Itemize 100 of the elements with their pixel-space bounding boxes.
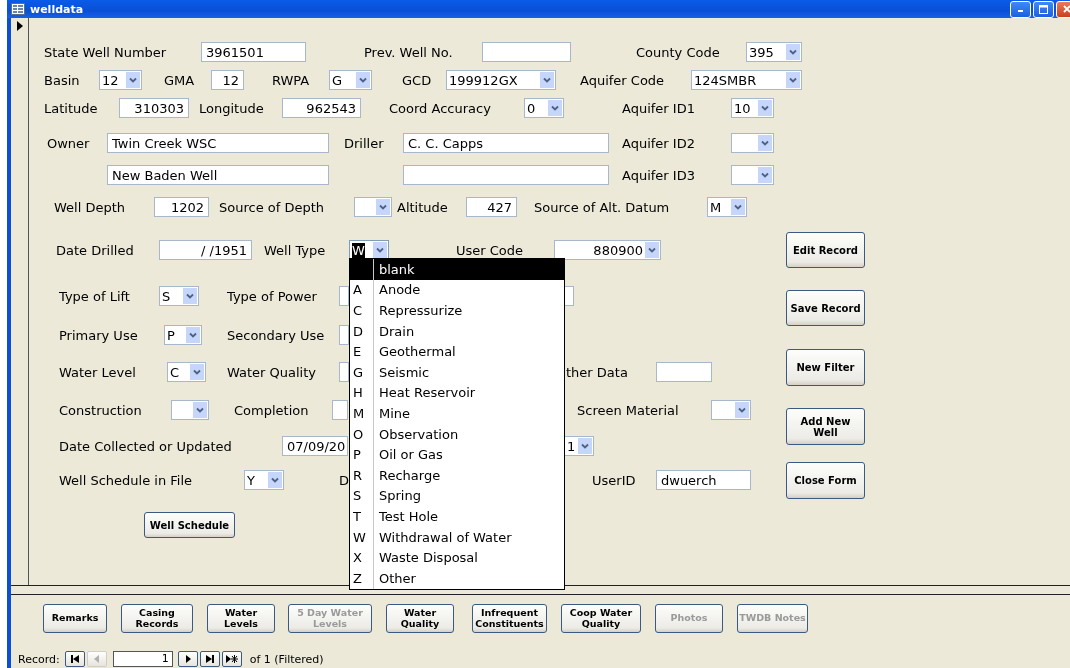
subform-button[interactable]: Casing Records <box>121 604 193 633</box>
input-field[interactable] <box>339 362 349 382</box>
maximize-button[interactable] <box>1033 0 1054 18</box>
subform-button[interactable]: Infrequent Constituents <box>472 604 547 633</box>
input-field[interactable] <box>332 400 348 420</box>
input-field[interactable]: New Baden Well <box>107 165 329 185</box>
list-option[interactable]: blank <box>350 259 564 280</box>
input-field[interactable]: 427 <box>466 197 517 217</box>
combo-box[interactable] <box>171 400 209 420</box>
form-action-button[interactable]: Edit Record <box>786 232 865 268</box>
input-field[interactable] <box>482 42 571 62</box>
list-option[interactable]: T Test Hole <box>350 506 564 527</box>
field-label: Type of Power <box>227 288 317 304</box>
input-field[interactable] <box>339 325 349 345</box>
window-title: welldata <box>30 2 84 16</box>
combo-box[interactable]: C <box>167 362 206 382</box>
subform-button[interactable]: Remarks <box>43 604 107 633</box>
minimize-button[interactable] <box>1010 0 1031 18</box>
list-option[interactable]: H Heat Reservoir <box>350 382 564 404</box>
field-label: User Code <box>456 242 524 258</box>
input-field[interactable]: 07/09/20 <box>282 436 348 456</box>
combo-box[interactable]: 1 <box>564 436 594 456</box>
input-field[interactable] <box>403 165 609 185</box>
field-label: Coord Accuracy <box>389 100 491 116</box>
input-field[interactable]: Twin Creek WSC <box>107 133 329 153</box>
list-option[interactable]: C Repressurize <box>350 300 564 321</box>
combo-box[interactable]: Y <box>244 470 284 490</box>
list-option[interactable]: M Mine <box>350 403 564 424</box>
form-icon <box>11 3 25 15</box>
new-record-icon <box>225 654 238 664</box>
field-label: Well Depth <box>54 199 126 215</box>
input-field[interactable] <box>564 286 574 306</box>
list-option[interactable]: A Anode <box>350 279 564 301</box>
combo-box[interactable]: 395 <box>746 42 802 62</box>
input-field[interactable]: 310303 <box>119 98 189 118</box>
combo-box[interactable]: P <box>164 325 202 345</box>
combo-box[interactable] <box>731 165 774 185</box>
field-label: Type of Lift <box>59 288 130 304</box>
list-option[interactable]: Z Other <box>350 567 564 589</box>
field-label: Secondary Use <box>227 327 325 343</box>
combo-box[interactable]: G <box>329 70 372 90</box>
subform-button[interactable]: Water Levels <box>207 604 275 633</box>
new-record-button[interactable] <box>221 651 242 667</box>
subform-button[interactable]: Water Quality <box>386 604 454 633</box>
combo-box[interactable]: S <box>159 286 199 306</box>
input-field[interactable]: 1202 <box>154 197 209 217</box>
list-option[interactable]: G Seismic <box>350 361 564 383</box>
form-action-button[interactable]: Add New Well <box>786 408 865 445</box>
well-schedule-button[interactable]: Well Schedule <box>144 512 235 538</box>
form-action-button[interactable]: Close Form <box>786 462 865 499</box>
combo-box[interactable]: 124SMBR <box>691 70 802 90</box>
input-field[interactable]: 962543 <box>282 98 361 118</box>
field-label: UserID <box>592 472 636 488</box>
combo-box[interactable]: M <box>707 197 747 217</box>
field-label: Latitude <box>44 100 98 116</box>
field-label: Well Type <box>264 242 326 258</box>
field-label: County Code <box>636 44 720 60</box>
record-number-field[interactable]: 1 <box>112 651 173 667</box>
field-label: Owner <box>47 135 90 151</box>
combo-box[interactable]: 10 <box>731 98 774 118</box>
list-option[interactable]: O Observation <box>350 423 564 445</box>
combo-box[interactable] <box>731 133 774 153</box>
first-record-button[interactable] <box>64 651 85 667</box>
input-field[interactable]: / /1951 <box>159 240 252 260</box>
input-field[interactable]: 12 <box>211 70 244 90</box>
input-field[interactable]: dwuerch <box>656 470 751 490</box>
form-action-button[interactable]: New Filter <box>786 349 865 386</box>
list-option[interactable]: P Oil or Gas <box>350 444 564 465</box>
field-label: Aquifer ID2 <box>622 135 695 151</box>
close-button[interactable] <box>1056 0 1070 18</box>
combo-box[interactable]: 0 <box>524 98 564 118</box>
list-option[interactable]: E Geothermal <box>350 341 564 362</box>
field-label: Construction <box>59 402 142 418</box>
last-icon <box>203 654 216 664</box>
input-field[interactable]: 3961501 <box>201 42 306 62</box>
combo-box[interactable]: 12 <box>99 70 142 90</box>
combo-box[interactable]: 880900 <box>554 240 661 260</box>
form-action-button[interactable]: Save Record <box>786 290 865 326</box>
field-label: Prev. Well No. <box>364 44 453 60</box>
input-field[interactable] <box>656 362 712 382</box>
subform-button[interactable]: Coop Water Quality <box>561 604 641 633</box>
input-field[interactable]: C. C. Capps <box>403 133 609 153</box>
first-icon <box>68 654 81 664</box>
field-label: RWPA <box>272 72 310 88</box>
list-option[interactable]: W Withdrawal of Water <box>350 526 564 548</box>
close-icon <box>1062 5 1070 13</box>
combo-box[interactable] <box>711 400 751 420</box>
input-field[interactable] <box>339 286 349 306</box>
list-option[interactable]: X Waste Disposal <box>350 547 564 568</box>
list-option[interactable]: R Recharge <box>350 464 564 486</box>
next-record-button[interactable] <box>177 651 198 667</box>
combo-box[interactable]: 199912GX <box>446 70 556 90</box>
list-option[interactable]: S Spring <box>350 485 564 507</box>
combo-box[interactable]: W <box>349 240 389 260</box>
list-option[interactable]: D Drain <box>350 320 564 342</box>
combo-box[interactable] <box>354 197 392 217</box>
last-record-button[interactable] <box>199 651 220 667</box>
record-label: Record: <box>18 652 60 666</box>
field-label: Date Drilled <box>56 242 134 258</box>
field-label: GCD <box>402 72 432 88</box>
